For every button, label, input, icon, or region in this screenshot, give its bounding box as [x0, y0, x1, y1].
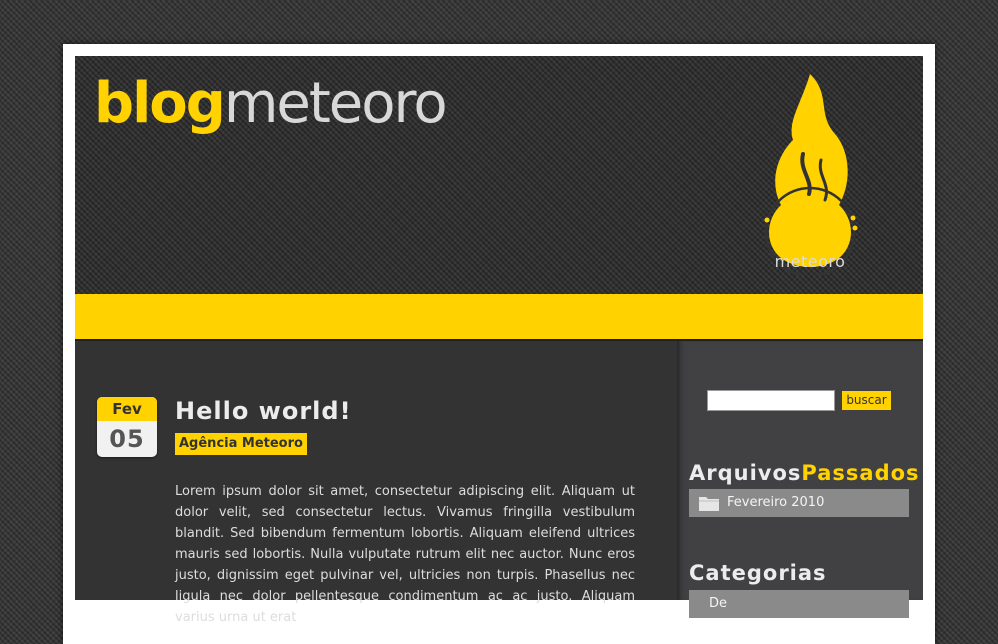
- post-author-link[interactable]: Agência Meteoro: [175, 433, 307, 455]
- category-item-label: De: [709, 596, 728, 611]
- archive-item[interactable]: Fevereiro 2010: [689, 489, 909, 517]
- logo-meteoro-text: meteoro: [223, 71, 448, 136]
- category-item[interactable]: De: [689, 590, 909, 618]
- flame-logo-icon: [764, 74, 858, 275]
- post-body: Lorem ipsum dolor sit amet, consectetur …: [175, 484, 635, 625]
- categories-heading: Categorias: [689, 561, 827, 585]
- main-content: Fev 05 Hello world! Agência Meteoro Lore…: [75, 341, 677, 625]
- post-title[interactable]: Hello world!: [175, 395, 352, 427]
- archive-item-label: Fevereiro 2010: [727, 495, 825, 510]
- archives-heading-part2: Passados: [801, 461, 920, 485]
- brand-name: meteoro: [774, 252, 846, 271]
- post-date-month: Fev: [97, 397, 157, 421]
- nav-bar: [75, 294, 923, 341]
- search-input[interactable]: [707, 390, 835, 411]
- logo-blog-text: blog: [94, 71, 226, 136]
- post-date-day: 05: [109, 425, 145, 453]
- folder-icon: [699, 497, 719, 511]
- sidebar: buscar ArquivosPassados Fevereiro 2010 C…: [677, 341, 923, 618]
- archives-heading-part1: Arquivos: [689, 461, 802, 485]
- site-header: blogmeteoro meteoro: [75, 56, 923, 294]
- post-date-badge: Fev 05: [97, 397, 157, 457]
- archives-heading: ArquivosPassados: [689, 459, 920, 487]
- site-logo[interactable]: blogmeteoro: [94, 68, 448, 140]
- search-button[interactable]: buscar: [842, 391, 891, 410]
